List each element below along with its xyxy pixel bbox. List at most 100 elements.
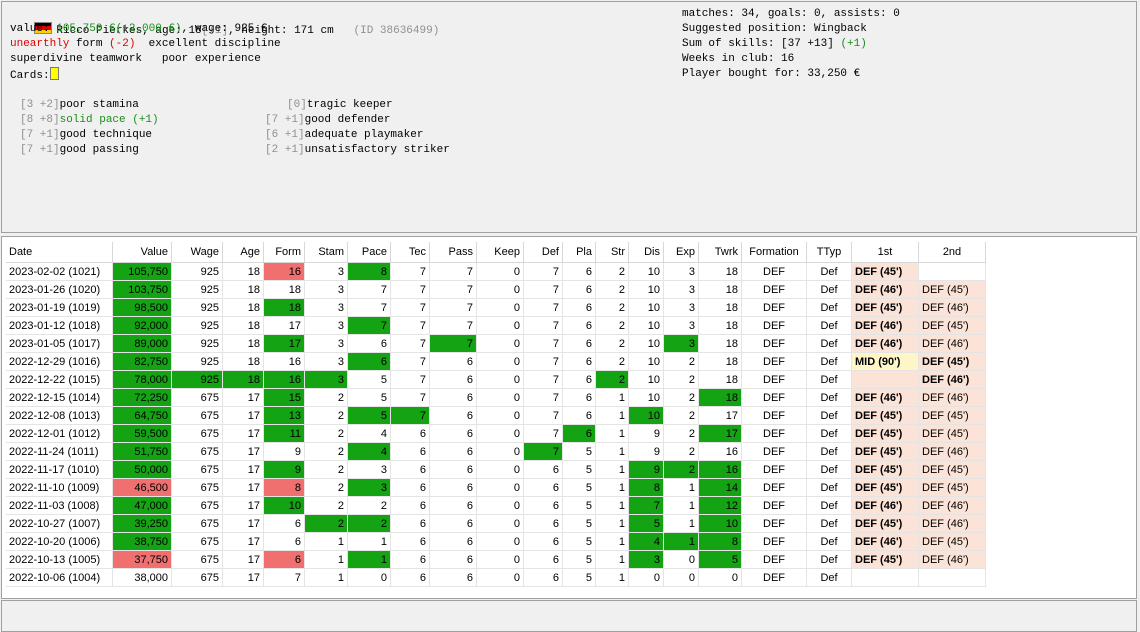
table-cell: DEF (46') bbox=[918, 334, 986, 353]
table-cell: Def bbox=[806, 280, 852, 299]
table-row: 2022-11-10 (1009) 46,500 675 17 8 2 3 6 6 0 6 5 1 8 1 1… bbox=[6, 478, 986, 497]
table-cell: 1 bbox=[595, 406, 629, 425]
table-row: 2022-12-29 (1016) 82,750 925 18 16 3 6 7 6 0 7 6 2 10… bbox=[6, 352, 986, 371]
table-cell: 6 bbox=[562, 424, 596, 443]
value-line: value: 105,750 €(+2,000 €), wage: 925 € bbox=[10, 23, 268, 35]
table-cell: 2 bbox=[663, 424, 699, 443]
table-cell: 16 bbox=[263, 370, 305, 389]
table-cell: 675 bbox=[171, 532, 223, 551]
table-cell: 0 bbox=[476, 550, 524, 569]
table-cell: 2022-10-13 (1005) bbox=[6, 550, 113, 569]
table-cell: 92,000 bbox=[112, 316, 172, 335]
table-cell: 51,750 bbox=[112, 442, 172, 461]
table-cell: DEF (45') bbox=[851, 406, 919, 425]
table-cell: 6 bbox=[523, 568, 563, 587]
table-cell: 9 bbox=[628, 424, 664, 443]
table-cell: 925 bbox=[171, 316, 223, 335]
table-cell: 7 bbox=[390, 298, 430, 317]
table-cell: 7 bbox=[390, 352, 430, 371]
table-cell: 5 bbox=[347, 406, 391, 425]
table-cell: 925 bbox=[171, 370, 223, 389]
table-cell: DEF (45') bbox=[918, 316, 986, 335]
table-cell: 6 bbox=[562, 388, 596, 407]
stats-weeks: Weeks in club: 16 bbox=[682, 53, 795, 65]
table-cell: 2022-12-15 (1014) bbox=[6, 388, 113, 407]
table-cell: 3 bbox=[304, 280, 348, 299]
table-cell: 4 bbox=[347, 424, 391, 443]
skill-level: [7 +1] bbox=[265, 114, 305, 126]
table-cell: 17 bbox=[263, 316, 305, 335]
table-cell: DEF (46') bbox=[918, 550, 986, 569]
table-cell bbox=[918, 262, 986, 281]
table-cell: 37,750 bbox=[112, 550, 172, 569]
table-cell: 6 bbox=[562, 370, 596, 389]
table-cell: 2023-01-26 (1020) bbox=[6, 280, 113, 299]
table-cell: 17 bbox=[222, 514, 264, 533]
table-cell: 0 bbox=[663, 568, 699, 587]
table-cell: 7 bbox=[523, 298, 563, 317]
table-cell: 18 bbox=[222, 316, 264, 335]
table-cell: DEF bbox=[741, 262, 807, 281]
table-cell: DEF (46') bbox=[918, 496, 986, 515]
table-cell: 7 bbox=[523, 406, 563, 425]
table-cell: 6 bbox=[429, 424, 477, 443]
table-cell: DEF (46') bbox=[918, 370, 986, 389]
column-header: 1st bbox=[851, 242, 919, 263]
table-cell: 2 bbox=[595, 352, 629, 371]
table-cell: 17 bbox=[222, 478, 264, 497]
table-cell: 7 bbox=[429, 262, 477, 281]
table-cell: 5 bbox=[562, 460, 596, 479]
table-cell: 18 bbox=[698, 262, 742, 281]
stats-skills-sum: Sum of skills: [37 +13] (+1) bbox=[682, 38, 867, 50]
table-cell: 9 bbox=[263, 442, 305, 461]
table-cell: 17 bbox=[222, 550, 264, 569]
table-cell: 2023-01-05 (1017) bbox=[6, 334, 113, 353]
table-cell: 18 bbox=[698, 316, 742, 335]
table-cell: 64,750 bbox=[112, 406, 172, 425]
table-cell: 6 bbox=[429, 370, 477, 389]
table-cell: 925 bbox=[171, 334, 223, 353]
table-cell: 2 bbox=[595, 334, 629, 353]
table-cell: 2 bbox=[347, 514, 391, 533]
table-cell: 2 bbox=[347, 496, 391, 515]
table-cell: 4 bbox=[347, 442, 391, 461]
table-row: 2023-01-05 (1017) 89,000 925 18 17 3 6 7 7 0 7 6 2 10… bbox=[6, 334, 986, 353]
table-cell: 17 bbox=[222, 496, 264, 515]
table-cell: 0 bbox=[663, 550, 699, 569]
table-cell: 1 bbox=[595, 442, 629, 461]
skill-level: [2 +1] bbox=[265, 144, 305, 156]
table-cell: 0 bbox=[476, 334, 524, 353]
skill-item: [7 +1]good passing bbox=[20, 143, 139, 158]
table-cell: 2 bbox=[595, 316, 629, 335]
table-cell: 6 bbox=[429, 550, 477, 569]
value-change: (+2,000 €) bbox=[115, 23, 182, 35]
table-cell: 7 bbox=[390, 334, 430, 353]
table-cell: 0 bbox=[476, 406, 524, 425]
table-cell: 7 bbox=[628, 496, 664, 515]
table-cell: DEF (45') bbox=[918, 406, 986, 425]
table-row: 2022-12-15 (1014) 72,250 675 17 15 2 5 7 6 0 7 6 1 10… bbox=[6, 388, 986, 407]
table-cell: 5 bbox=[562, 532, 596, 551]
table-cell: 1 bbox=[595, 388, 629, 407]
table-cell: Def bbox=[806, 262, 852, 281]
table-cell: 47,000 bbox=[112, 496, 172, 515]
table-cell: 7 bbox=[390, 370, 430, 389]
table-cell: DEF (45') bbox=[851, 478, 919, 497]
table-cell: 0 bbox=[698, 568, 742, 587]
table-cell: 10 bbox=[628, 280, 664, 299]
table-cell: 2 bbox=[304, 442, 348, 461]
table-cell: 14 bbox=[698, 478, 742, 497]
table-cell: 6 bbox=[347, 352, 391, 371]
column-header: Date bbox=[6, 242, 113, 263]
table-cell: 0 bbox=[628, 568, 664, 587]
table-cell: 2 bbox=[663, 460, 699, 479]
table-cell: 2 bbox=[595, 370, 629, 389]
table-cell: 6 bbox=[390, 568, 430, 587]
table-cell: 17 bbox=[698, 424, 742, 443]
column-header: Exp bbox=[663, 242, 699, 263]
table-row: 2022-12-01 (1012) 59,500 675 17 11 2 4 6 6 0 7 6 1 9 2… bbox=[6, 424, 986, 443]
table-cell: 7 bbox=[347, 298, 391, 317]
skill-item: [7 +1]good defender bbox=[265, 113, 390, 128]
table-cell: 16 bbox=[263, 262, 305, 281]
table-cell: 6 bbox=[390, 424, 430, 443]
